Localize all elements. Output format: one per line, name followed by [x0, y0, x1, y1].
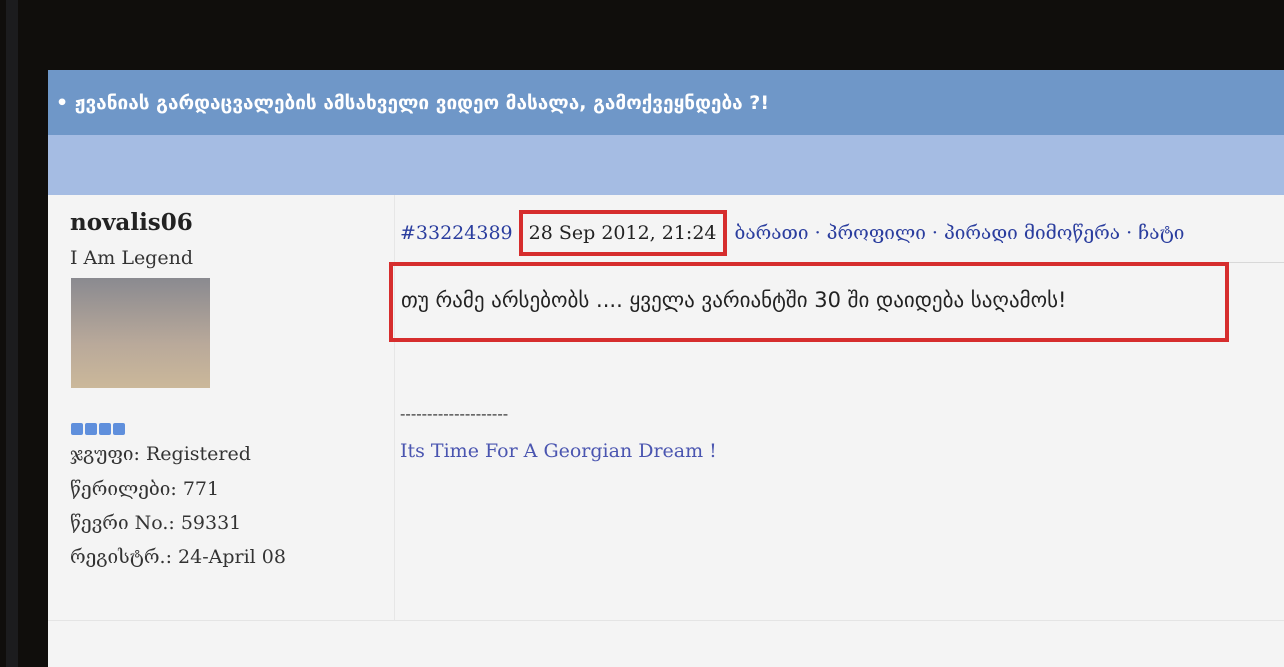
signature: Its Time For A Georgian Dream ! [400, 440, 717, 462]
forum-post-panel: • ჟვანიას გარდაცვალების ამსახველი ვიდეო … [48, 70, 1284, 667]
window-edge [6, 0, 18, 667]
topic-title-bar: • ჟვანიას გარდაცვალების ამსახველი ვიდეო … [48, 70, 1284, 135]
post-id-link[interactable]: #33224389 [400, 222, 513, 244]
post-user-links[interactable]: ბარათი · პროფილი · პირადი მიმოწერა · ჩატ… [735, 222, 1185, 244]
user-posts: წერილები: 771 [70, 478, 220, 500]
signature-separator: -------------------- [400, 404, 509, 423]
divider [48, 620, 1284, 621]
rank-pips [71, 423, 125, 435]
user-group: ჯგუფი: Registered [70, 443, 251, 465]
user-member-no: წევრი No.: 59331 [70, 512, 242, 534]
user-title: I Am Legend [70, 247, 193, 269]
username[interactable]: novalis06 [70, 209, 193, 236]
topic-title: ჟვანიას გარდაცვალების ამსახველი ვიდეო მა… [74, 91, 769, 114]
post-body: თუ რამე არსებობს .... ყველა ვარიანტში 30… [389, 262, 1229, 342]
topic-subbar [48, 135, 1284, 195]
avatar [71, 278, 210, 388]
user-info-column: novalis06 I Am Legend ჯგუფი: Registered … [48, 195, 395, 620]
user-registered: რეგისტრ.: 24-April 08 [70, 546, 286, 568]
post-header: #33224389 28 Sep 2012, 21:24 ბარათი · პრ… [400, 210, 1184, 256]
post-date: 28 Sep 2012, 21:24 [518, 210, 727, 256]
bullet-icon: • [56, 91, 75, 114]
